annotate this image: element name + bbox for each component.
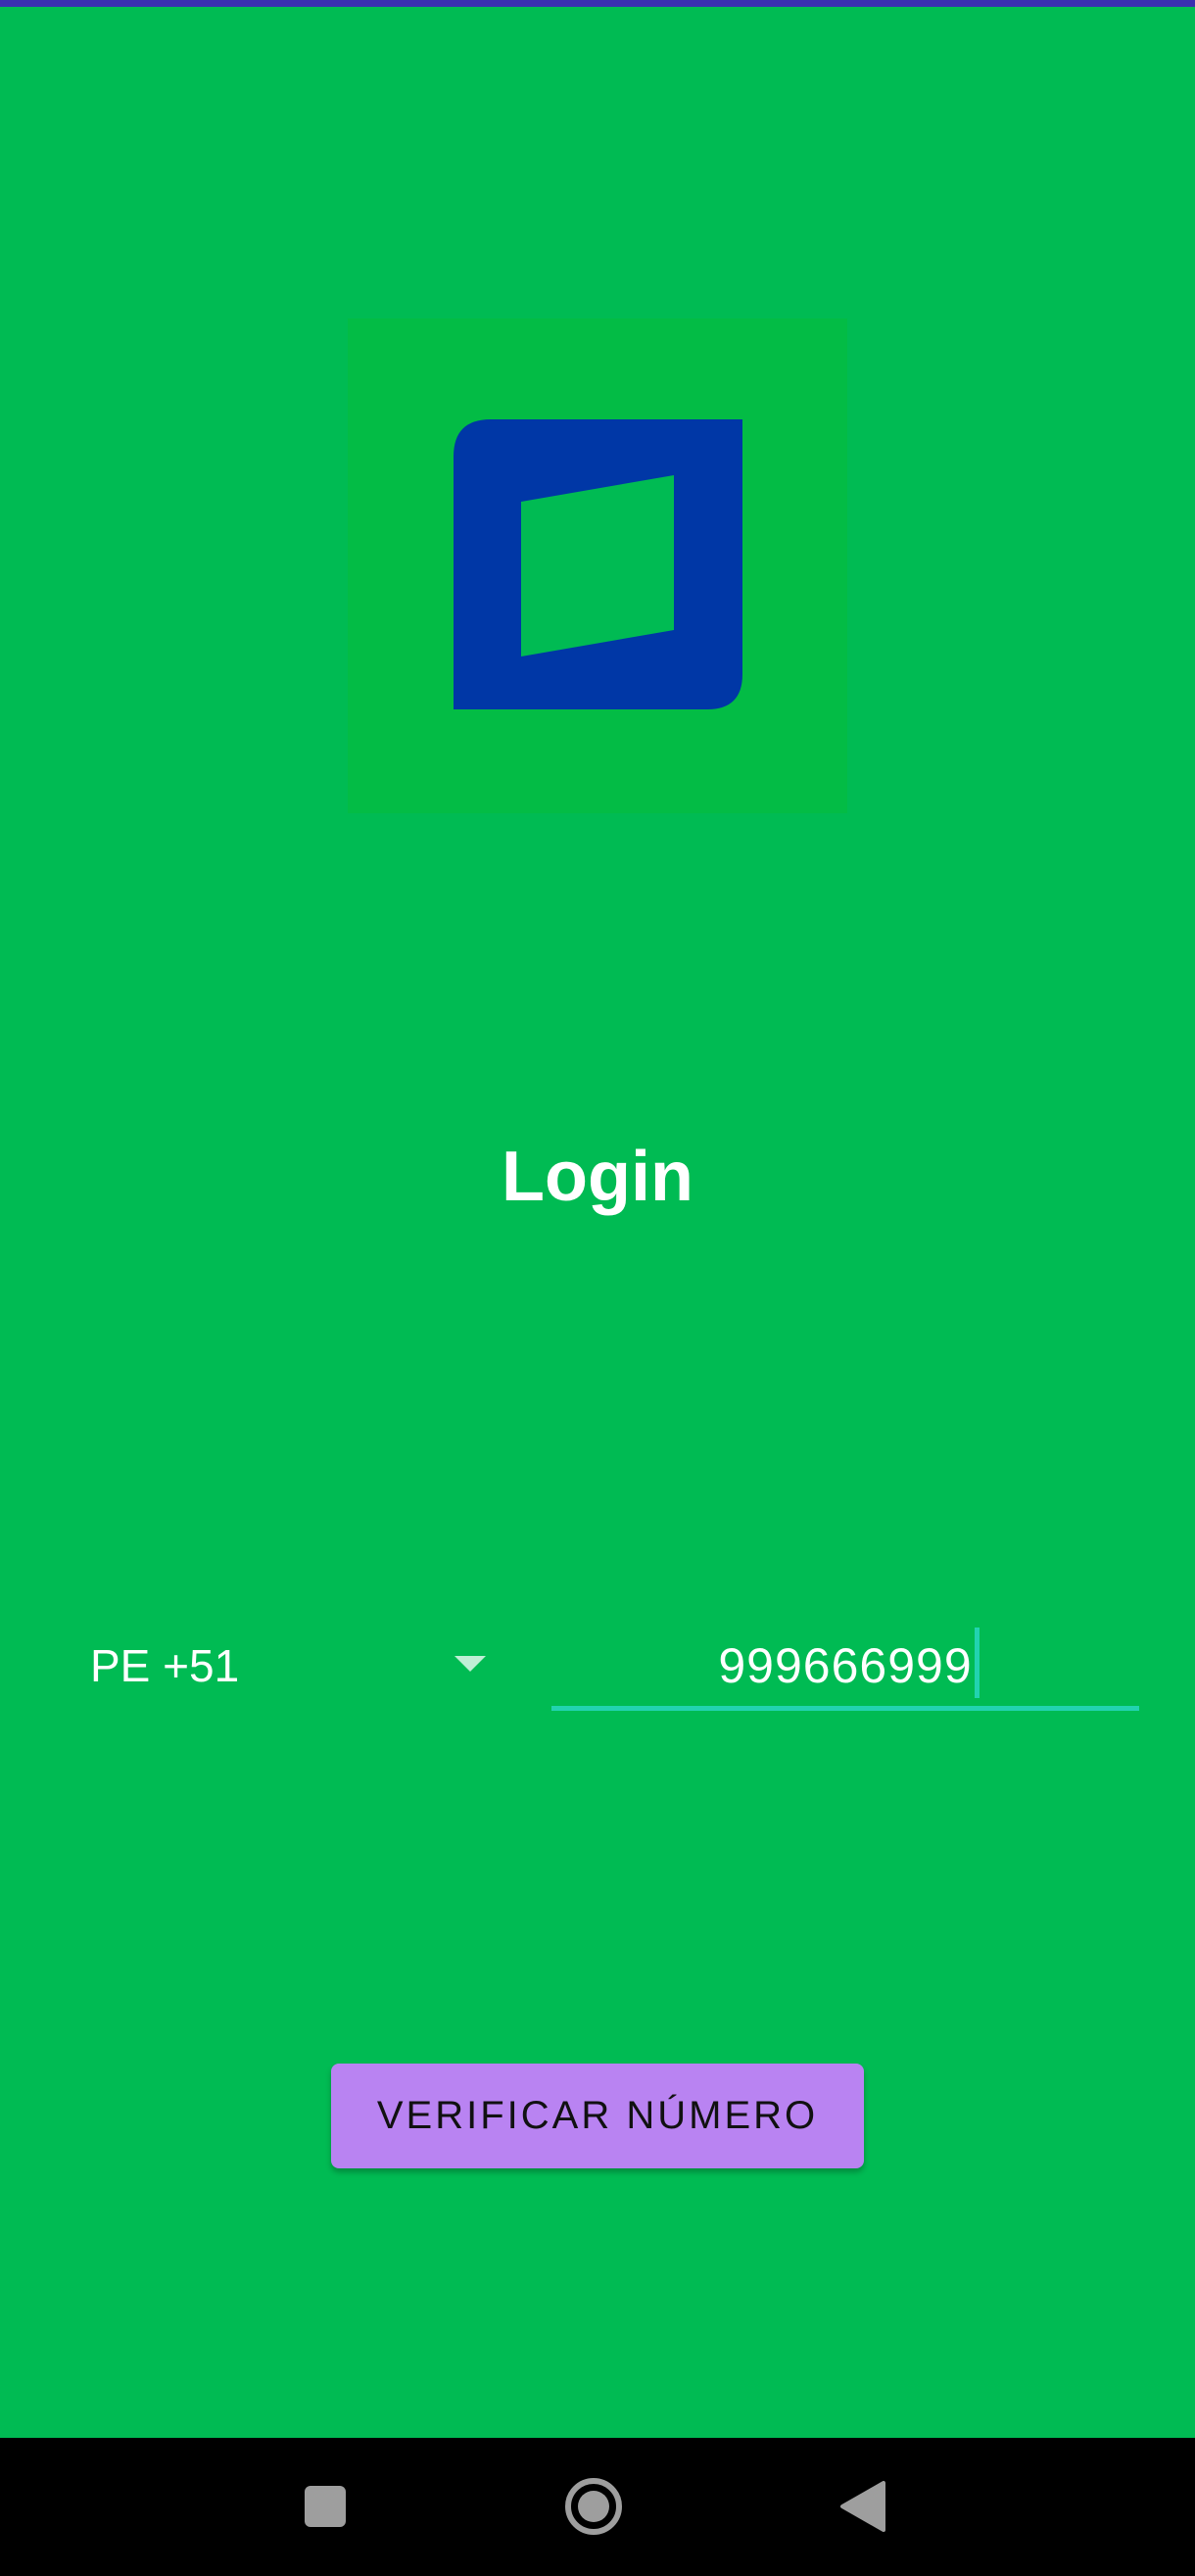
- chevron-down-icon: [454, 1656, 486, 1672]
- system-navigation-bar: [0, 2438, 1195, 2576]
- page-title: Login: [502, 1138, 693, 1216]
- login-screen: Login PE +51 999666999 VERIFICAR NÚMERO: [0, 0, 1195, 2576]
- square-recents-icon[interactable]: [286, 2467, 364, 2546]
- text-cursor: [974, 1628, 980, 1698]
- country-code-value: PE +51: [90, 1640, 240, 1691]
- app-logo: [454, 419, 742, 709]
- verify-number-button[interactable]: VERIFICAR NÚMERO: [331, 2064, 864, 2168]
- status-bar: [0, 0, 1195, 7]
- input-underline: [551, 1706, 1139, 1711]
- phone-number-value: 999666999: [718, 1638, 973, 1693]
- phone-number-input[interactable]: 999666999: [551, 1622, 1139, 1712]
- triangle-back-icon[interactable]: [823, 2467, 901, 2546]
- country-code-select[interactable]: PE +51: [90, 1627, 502, 1705]
- circle-home-icon[interactable]: [554, 2467, 633, 2546]
